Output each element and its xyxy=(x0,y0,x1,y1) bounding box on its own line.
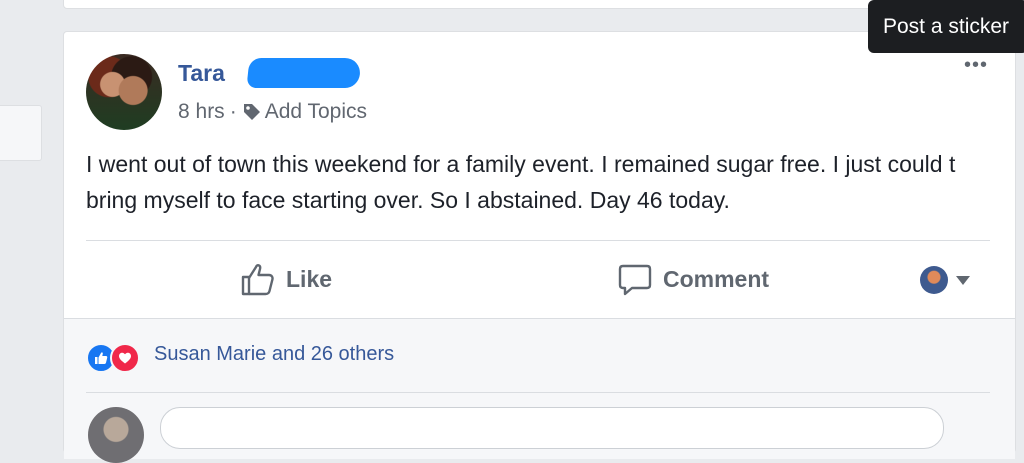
reactions-summary[interactable]: Susan Marie and 26 others xyxy=(154,343,394,366)
post-body-text: I went out of town this weekend for a fa… xyxy=(86,151,956,213)
comment-input[interactable] xyxy=(160,407,944,449)
post-options-button[interactable]: ••• xyxy=(964,55,988,75)
left-sidebar-panel xyxy=(0,105,42,161)
post-timestamp[interactable]: 8 hrs xyxy=(178,100,225,124)
name-redaction xyxy=(246,58,362,88)
post-card: Tara 8 hrs · Add Topics ••• I went out o… xyxy=(63,31,1016,463)
author-name[interactable]: Tara xyxy=(178,60,225,87)
reactions-bar: Susan Marie and 26 others xyxy=(64,318,1015,463)
like-button[interactable]: Like xyxy=(240,256,332,302)
comment-icon xyxy=(618,264,652,296)
meta-separator: · xyxy=(229,100,237,123)
comments-divider xyxy=(86,392,990,393)
add-topics-label: Add Topics xyxy=(264,100,368,123)
reaction-icons[interactable] xyxy=(86,343,140,373)
share-as-avatar[interactable] xyxy=(920,266,948,294)
tag-icon xyxy=(243,104,260,120)
like-label: Like xyxy=(286,265,333,292)
comment-label: Comment xyxy=(663,265,770,292)
actions-divider xyxy=(86,240,990,241)
author-avatar[interactable] xyxy=(86,54,162,130)
commenter-avatar xyxy=(88,407,144,463)
post-meta: 8 hrs · Add Topics xyxy=(178,100,367,124)
chevron-down-icon[interactable] xyxy=(956,276,970,285)
love-reaction-icon xyxy=(110,343,140,373)
sticker-tooltip: Post a sticker xyxy=(868,0,1024,53)
comment-button[interactable]: Comment xyxy=(617,256,769,302)
thumbs-up-icon xyxy=(241,264,274,296)
add-topics-link[interactable]: Add Topics xyxy=(242,100,367,124)
